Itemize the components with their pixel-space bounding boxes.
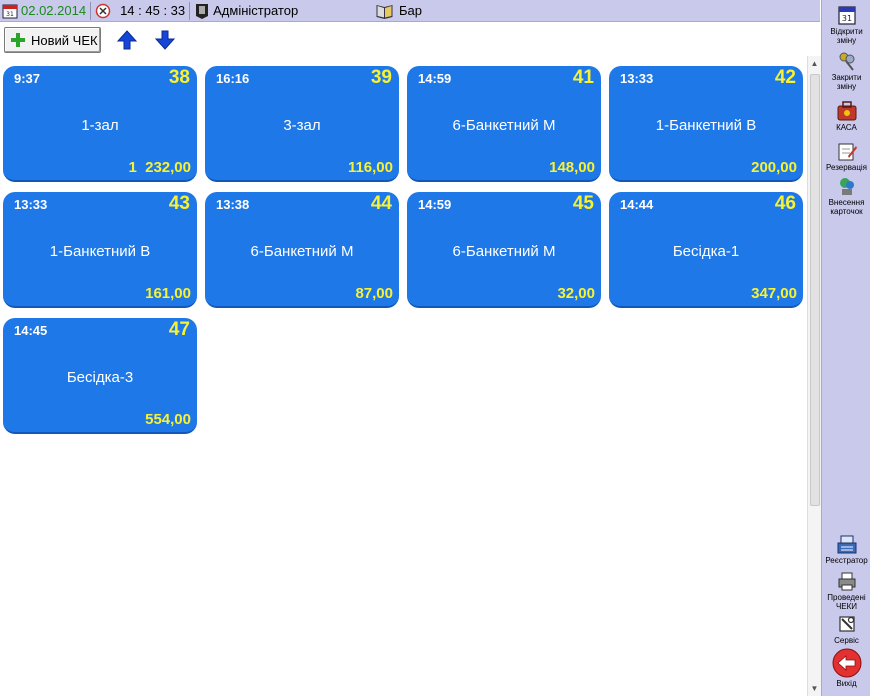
registrar-button[interactable]: Реєстратор bbox=[822, 533, 870, 565]
order-card[interactable]: 13:38 44 6-Банкетний М 87,00 bbox=[205, 192, 399, 308]
order-card[interactable]: 9:37 38 1-зал 1 232,00 bbox=[3, 66, 197, 182]
right-sidebar: 31 Відкрити зміну Закрити зміну КАСА Рез… bbox=[821, 0, 870, 696]
order-sum: 148,00 bbox=[549, 159, 595, 176]
order-number: 39 bbox=[370, 67, 392, 88]
order-sum: 554,00 bbox=[145, 411, 191, 428]
order-time: 14:59 bbox=[418, 197, 452, 212]
new-check-label: Новий ЧЕК bbox=[31, 32, 98, 48]
order-number: 43 bbox=[168, 193, 190, 214]
current-date: 02.02.2014 bbox=[21, 3, 87, 18]
order-hall: Бесідка-3 bbox=[66, 369, 134, 386]
clock-icon bbox=[95, 3, 111, 18]
service-button[interactable]: Сервіс bbox=[822, 613, 870, 645]
cash-box-icon bbox=[837, 101, 856, 121]
registrar-label: Реєстратор bbox=[825, 556, 868, 565]
open-shift-button[interactable]: 31 Відкрити зміну bbox=[822, 4, 870, 45]
divider bbox=[90, 1, 92, 20]
order-number: 46 bbox=[774, 193, 796, 214]
service-icon bbox=[838, 616, 855, 632]
order-sum: 87,00 bbox=[355, 285, 393, 302]
user-cell: Адміністратор bbox=[194, 0, 298, 21]
order-card[interactable]: 14:45 47 Бесідка-3 554,00 bbox=[3, 318, 197, 434]
exit-button[interactable]: Вихід bbox=[822, 648, 870, 688]
cash-register-icon bbox=[837, 535, 856, 554]
order-time: 13:33 bbox=[14, 197, 48, 212]
keys-icon bbox=[839, 52, 854, 71]
scroll-thumb[interactable] bbox=[810, 74, 820, 506]
location-cell: Бар bbox=[375, 0, 422, 21]
arrow-down-icon[interactable] bbox=[154, 29, 176, 51]
arrow-up-icon[interactable] bbox=[116, 29, 138, 51]
order-hall: 1-зал bbox=[81, 117, 119, 134]
order-number: 38 bbox=[168, 67, 190, 88]
user-icon bbox=[196, 3, 209, 19]
order-time: 13:33 bbox=[620, 71, 654, 86]
order-card[interactable]: 14:59 45 6-Банкетний М 32,00 bbox=[407, 192, 601, 308]
service-label: Сервіс bbox=[834, 636, 859, 645]
order-sum: 1 232,00 bbox=[128, 159, 191, 176]
posted-checks-button[interactable]: Проведені ЧЕКИ bbox=[822, 570, 870, 611]
book-icon bbox=[376, 4, 393, 19]
cards-label: Внесення карточок bbox=[828, 198, 865, 216]
posted-checks-label: Проведені ЧЕКИ bbox=[827, 593, 866, 611]
order-time: 14:44 bbox=[620, 197, 654, 212]
order-card[interactable]: 13:33 43 1-Банкетний В 161,00 bbox=[3, 192, 197, 308]
cards-icon bbox=[839, 178, 854, 195]
order-time: 14:45 bbox=[14, 323, 48, 338]
order-time: 9:37 bbox=[14, 71, 41, 86]
order-time: 13:38 bbox=[216, 197, 250, 212]
plus-icon bbox=[10, 32, 26, 48]
order-hall: Бесідка-1 bbox=[672, 243, 740, 260]
order-sum: 200,00 bbox=[751, 159, 797, 176]
order-card[interactable]: 13:33 42 1-Банкетний В 200,00 bbox=[609, 66, 803, 182]
order-card[interactable]: 14:44 46 Бесідка-1 347,00 bbox=[609, 192, 803, 308]
cards-button[interactable]: Внесення карточок bbox=[822, 175, 870, 216]
order-hall: 1-Банкетний В bbox=[655, 117, 757, 134]
cash-label: КАСА bbox=[836, 123, 857, 132]
order-hall: 3-зал bbox=[283, 117, 321, 134]
scroll-up-icon[interactable]: ▲ bbox=[809, 58, 820, 69]
order-time: 16:16 bbox=[216, 71, 250, 86]
date-cell: 31 02.02.2014 bbox=[0, 0, 86, 21]
order-hall: 6-Банкетний М bbox=[250, 243, 354, 260]
order-sum: 116,00 bbox=[347, 159, 393, 176]
calendar-icon: 31 bbox=[837, 6, 856, 25]
order-number: 44 bbox=[370, 193, 392, 214]
order-sum: 347,00 bbox=[751, 285, 797, 302]
order-card[interactable]: 14:59 41 6-Банкетний М 148,00 bbox=[407, 66, 601, 182]
order-hall: 6-Банкетний М bbox=[452, 117, 556, 134]
calendar-icon: 31 bbox=[2, 4, 18, 18]
time-cell: 14 : 45 : 33 bbox=[95, 0, 185, 21]
order-sum: 161,00 bbox=[145, 285, 191, 302]
order-hall: 6-Банкетний М bbox=[452, 243, 556, 260]
order-hall: 1-Банкетний В bbox=[49, 243, 151, 260]
close-shift-button[interactable]: Закрити зміну bbox=[822, 50, 870, 91]
reservation-button[interactable]: Резервація bbox=[822, 140, 870, 172]
new-check-button[interactable]: Новий ЧЕК bbox=[4, 27, 101, 53]
order-time: 14:59 bbox=[418, 71, 452, 86]
user-name: Адміністратор bbox=[213, 3, 299, 18]
order-number: 47 bbox=[168, 319, 190, 340]
divider bbox=[189, 1, 191, 20]
location-name: Бар bbox=[399, 3, 422, 18]
status-bar: 31 02.02.2014 14 : 45 : 33 Адміністратор… bbox=[0, 0, 820, 22]
close-shift-label: Закрити зміну bbox=[831, 73, 862, 91]
current-time: 14 : 45 : 33 bbox=[120, 3, 186, 18]
reservation-icon bbox=[838, 143, 857, 161]
svg-text:31: 31 bbox=[841, 14, 851, 23]
reservation-label: Резервація bbox=[825, 163, 868, 172]
scroll-down-icon[interactable]: ▼ bbox=[809, 683, 820, 694]
exit-label: Вихід bbox=[836, 679, 857, 688]
order-number: 42 bbox=[774, 67, 796, 88]
order-sum: 32,00 bbox=[557, 285, 595, 302]
order-card[interactable]: 16:16 39 3-зал 116,00 bbox=[205, 66, 399, 182]
order-number: 41 bbox=[572, 67, 594, 88]
vertical-scrollbar[interactable]: ▲ ▼ bbox=[807, 56, 821, 696]
open-shift-label: Відкрити зміну bbox=[830, 27, 863, 45]
order-number: 45 bbox=[572, 193, 594, 214]
exit-icon bbox=[832, 648, 861, 678]
svg-text:31: 31 bbox=[6, 11, 14, 18]
cash-button[interactable]: КАСА bbox=[822, 100, 870, 132]
printer-icon bbox=[838, 572, 855, 591]
